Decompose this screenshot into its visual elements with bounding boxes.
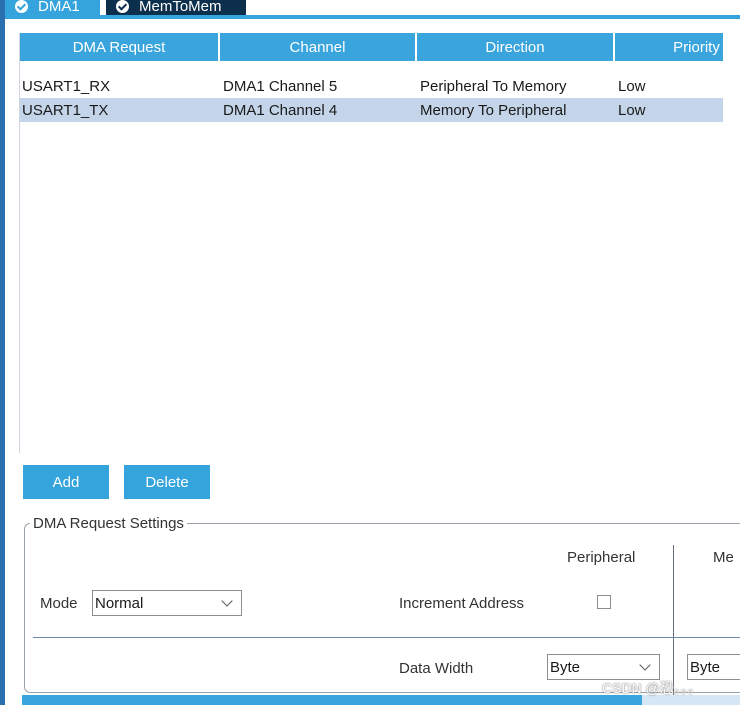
row-divider [33,637,740,638]
tab-underline [5,15,740,19]
cell-dma-request: USART1_RX [22,77,111,95]
peripheral-increment-checkbox[interactable] [597,595,611,609]
add-button[interactable]: Add [23,465,109,499]
table-row[interactable]: USART1_RX DMA1 Channel 5 Peripheral To M… [20,74,723,98]
column-divider [673,545,674,695]
settings-group-border [24,523,34,693]
memory-data-width-value: Byte [690,658,721,676]
check-icon [116,0,129,13]
left-accent-strip [0,0,5,705]
tab-memtomem[interactable]: MemToMem [106,0,246,15]
peripheral-data-width-value: Byte [550,658,581,676]
header-dma-request[interactable]: DMA Request [20,33,220,61]
tab-dma1[interactable]: DMA1 [5,0,100,15]
delete-button[interactable]: Delete [124,465,210,499]
mode-select-value: Normal [95,594,144,612]
memory-column-heading: Memory [713,549,733,566]
cell-priority: Low [618,101,646,119]
dma-config-panel: DMA1 MemToMem DMA Request Channel Direct… [0,0,740,705]
watermark: CSDN @恐。。。 [602,680,702,696]
chevron-down-icon [639,659,651,671]
settings-group-title: DMA Request Settings [30,515,187,532]
cell-direction: Peripheral To Memory [420,77,567,95]
header-channel[interactable]: Channel [220,33,417,61]
header-direction[interactable]: Direction [417,33,615,61]
header-priority[interactable]: Priority [615,33,723,61]
cell-channel: DMA1 Channel 4 [223,101,338,119]
peripheral-column-heading: Peripheral [567,549,636,566]
cell-channel: DMA1 Channel 5 [223,77,338,95]
dma-request-table: DMA Request Channel Direction Priority U… [19,33,723,453]
tab-memtomem-label: MemToMem [139,0,222,15]
data-width-label: Data Width [399,660,474,677]
cell-direction: Memory To Peripheral [420,101,567,119]
check-icon [15,0,28,13]
chevron-down-icon [221,595,233,607]
tab-dma1-label: DMA1 [38,0,80,15]
scrollbar-thumb[interactable] [22,695,642,705]
mode-label: Mode [40,595,78,612]
increment-address-label: Increment Address [399,595,525,612]
mode-select[interactable]: Normal [92,590,242,616]
peripheral-data-width-select[interactable]: Byte [547,654,660,680]
table-header: DMA Request Channel Direction Priority [20,33,723,61]
cell-dma-request: USART1_TX [22,101,109,119]
memory-data-width-select[interactable]: Byte [687,654,740,680]
table-row-selected[interactable]: USART1_TX DMA1 Channel 4 Memory To Perip… [20,98,723,122]
cell-priority: Low [618,77,646,95]
